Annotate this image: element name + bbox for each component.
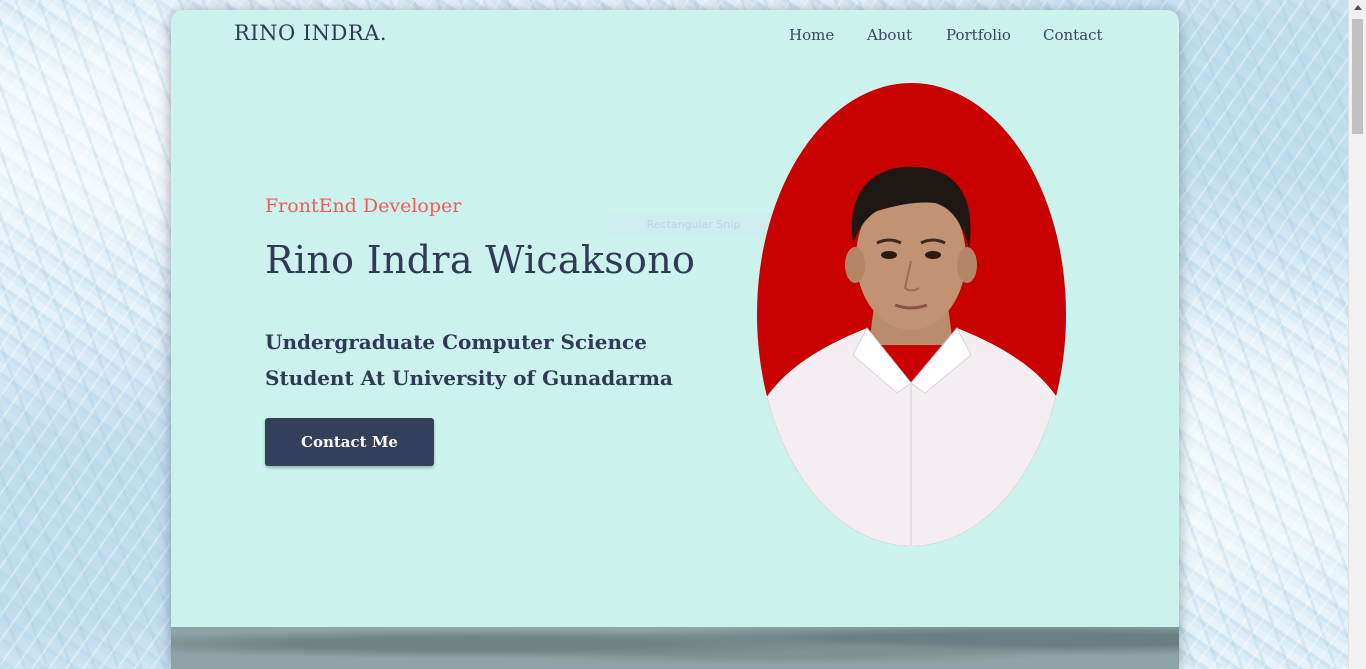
hero-subtitle: FrontEnd Developer [265,195,462,217]
profile-photo-illustration [757,166,1066,546]
nav-link-about[interactable]: About [867,26,912,44]
nav-link-contact[interactable]: Contact [1043,26,1103,44]
vertical-scrollbar[interactable] [1348,0,1366,669]
scroll-up-arrow-icon[interactable] [1354,5,1362,10]
hero-description: Undergraduate Computer Science Student A… [265,324,685,396]
profile-photo [757,83,1066,546]
hero-description-line: Student At University of Gunadarma [265,366,673,390]
hero-description-line: Undergraduate Computer Science [265,330,647,354]
nav-link-home[interactable]: Home [789,26,834,44]
brand-logo[interactable]: RINO INDRA. [234,21,387,45]
navbar: RINO INDRA. Home About Portfolio Contact [171,10,1179,60]
next-section-preview [171,627,1179,669]
scroll-thumb[interactable] [1352,19,1363,134]
nav-link-portfolio[interactable]: Portfolio [946,26,1011,44]
rectangular-snip-overlay: Rectangular Snip [607,214,780,236]
hero-card: RINO INDRA. Home About Portfolio Contact… [171,10,1179,669]
contact-me-button[interactable]: Contact Me [265,418,434,466]
hero-name: Rino Indra Wicaksono [265,238,696,282]
